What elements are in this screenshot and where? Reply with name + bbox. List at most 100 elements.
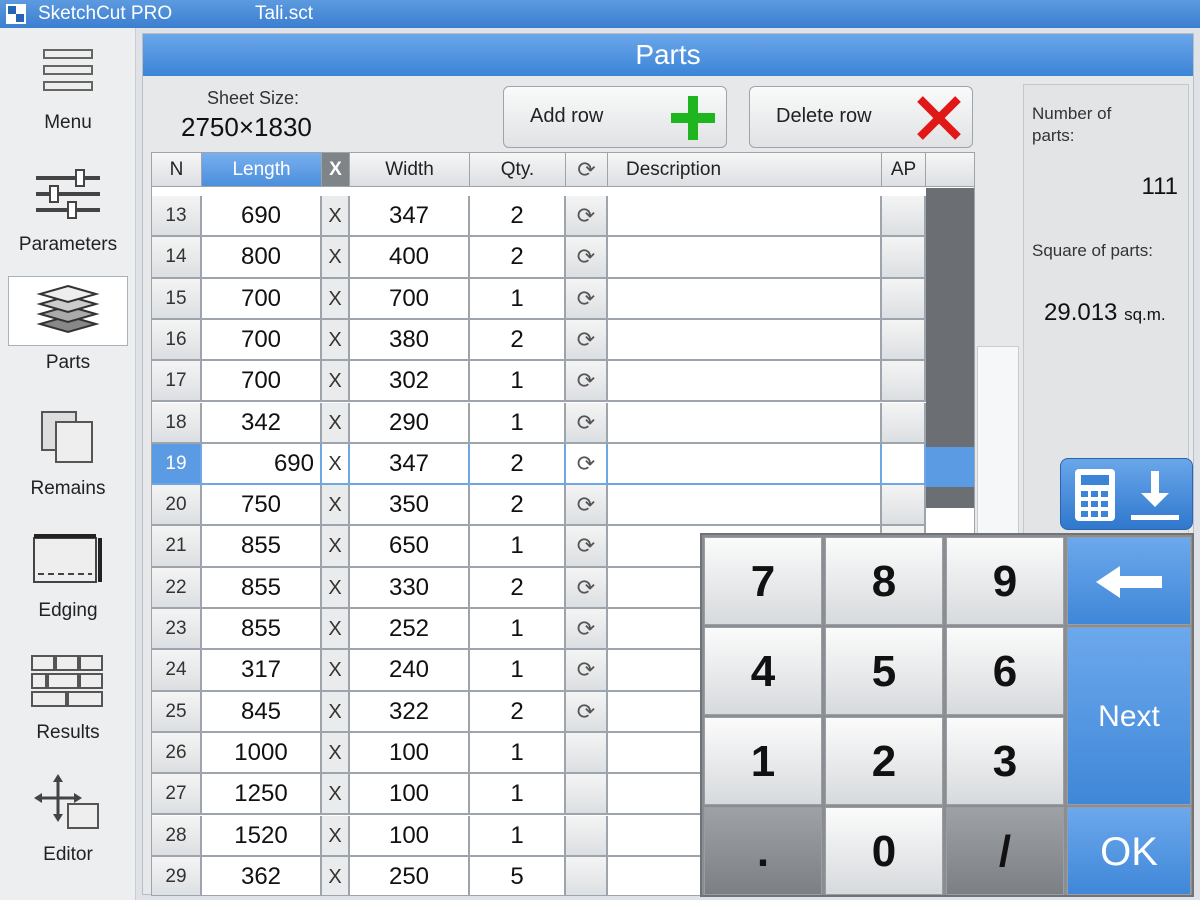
cell-qty[interactable]: 2 [470,196,566,238]
cell-description[interactable] [608,196,882,238]
cell-rotate[interactable]: ⟳ [566,691,608,733]
cell-length[interactable]: 700 [202,361,322,403]
col-header-rotate[interactable]: ⟳ [566,153,608,187]
cell-description[interactable] [608,319,882,362]
table-row[interactable]: 18 342 X 290 1 ⟳ [152,402,974,444]
cell-width[interactable]: 700 [350,278,470,320]
cell-qty[interactable]: 1 [470,609,566,651]
cell-length[interactable]: 690 [202,196,322,238]
key-3[interactable]: 3 [946,717,1064,805]
cell-width[interactable]: 330 [350,567,470,609]
cell-ap[interactable] [882,443,926,486]
cell-rotate[interactable]: ⟳ [566,526,608,568]
cell-qty[interactable]: 1 [470,402,566,444]
cell-ap[interactable] [882,402,926,444]
sidebar-item-edging[interactable]: Edging [0,520,136,640]
cell-length[interactable]: 362 [202,856,322,895]
cell-width[interactable]: 100 [350,815,470,857]
cell-width[interactable]: 100 [350,774,470,816]
cell-length[interactable]: 1250 [202,774,322,816]
cell-rotate[interactable]: ⟳ [566,609,608,651]
cell-rotate[interactable]: ⟳ [566,443,608,486]
sidebar-item-parameters[interactable]: Parameters [0,154,136,274]
cell-width[interactable]: 400 [350,237,470,279]
key-0[interactable]: 0 [825,807,943,895]
sidebar-item-remains[interactable]: Remains [0,398,136,518]
key-slash[interactable]: / [946,807,1064,895]
cell-qty[interactable]: 2 [470,319,566,362]
backspace-button[interactable] [1067,537,1191,625]
cell-rotate[interactable]: ⟳ [566,650,608,692]
cell-length[interactable]: 700 [202,319,322,362]
cell-width[interactable]: 250 [350,856,470,895]
cell-ap[interactable] [882,237,926,279]
cell-description[interactable] [608,361,882,403]
cell-qty[interactable]: 2 [470,443,566,486]
add-row-button[interactable]: Add row [503,86,727,148]
key-9[interactable]: 9 [946,537,1064,625]
col-header-ap[interactable]: AP [882,153,926,187]
cell-ap[interactable] [882,196,926,238]
col-header-qty[interactable]: Qty. [470,153,566,187]
cell-rotate[interactable]: ⟳ [566,567,608,609]
cell-length[interactable]: 800 [202,237,322,279]
cell-qty[interactable]: 1 [470,526,566,568]
key-1[interactable]: 1 [704,717,822,805]
key-8[interactable]: 8 [825,537,943,625]
table-row[interactable]: 19 690 X 347 2 ⟳ [152,443,974,486]
cell-qty[interactable]: 1 [470,774,566,816]
cell-ap[interactable] [882,485,926,527]
cell-ap[interactable] [882,361,926,403]
ok-button[interactable]: OK [1067,807,1191,895]
sidebar-item-results[interactable]: Results [0,642,136,762]
cell-length[interactable]: 855 [202,567,322,609]
cell-qty[interactable]: 5 [470,856,566,895]
cell-length[interactable]: 317 [202,650,322,692]
cell-rotate[interactable]: ⟳ [566,319,608,362]
table-row[interactable]: 14 800 X 400 2 ⟳ [152,237,974,279]
col-header-description[interactable]: Description [608,153,882,187]
cell-width[interactable]: 302 [350,361,470,403]
cell-qty[interactable]: 1 [470,650,566,692]
cell-width[interactable]: 347 [350,443,470,486]
cell-width[interactable]: 347 [350,196,470,238]
sheet-size-value[interactable]: 2750×1830 [181,112,312,143]
cell-rotate[interactable] [566,774,608,816]
sidebar-item-parts[interactable]: Parts [0,272,136,392]
cell-width[interactable]: 100 [350,732,470,775]
cell-length[interactable]: 342 [202,402,322,444]
delete-row-button[interactable]: Delete row [749,86,973,148]
table-row[interactable]: 16 700 X 380 2 ⟳ [152,319,974,362]
table-row[interactable]: 15 700 X 700 1 ⟳ [152,278,974,320]
sidebar-item-editor[interactable]: Editor [0,764,136,884]
table-row[interactable]: 20 750 X 350 2 ⟳ [152,485,974,527]
next-button[interactable]: Next [1067,627,1191,805]
cell-width[interactable]: 380 [350,319,470,362]
cell-qty[interactable]: 1 [470,361,566,403]
cell-length[interactable]: 855 [202,609,322,651]
key-dot[interactable]: . [704,807,822,895]
cell-rotate[interactable]: ⟳ [566,485,608,527]
cell-rotate[interactable]: ⟳ [566,402,608,444]
cell-description[interactable] [608,443,882,486]
sidebar-item-menu[interactable]: Menu [0,32,136,152]
cell-qty[interactable]: 2 [470,567,566,609]
cell-qty[interactable]: 2 [470,485,566,527]
cell-qty[interactable]: 2 [470,691,566,733]
cell-length[interactable]: 700 [202,278,322,320]
cell-description[interactable] [608,485,882,527]
cell-description[interactable] [608,402,882,444]
cell-width[interactable]: 350 [350,485,470,527]
cell-ap[interactable] [882,319,926,362]
cell-rotate[interactable] [566,732,608,775]
cell-width[interactable]: 252 [350,609,470,651]
key-5[interactable]: 5 [825,627,943,715]
cell-qty[interactable]: 2 [470,237,566,279]
cell-length[interactable]: 1520 [202,815,322,857]
cell-rotate[interactable]: ⟳ [566,278,608,320]
cell-description[interactable] [608,278,882,320]
cell-qty[interactable]: 1 [470,732,566,775]
cell-width[interactable]: 322 [350,691,470,733]
cell-length[interactable]: 690 [202,443,322,486]
table-row[interactable]: 17 700 X 302 1 ⟳ [152,361,974,403]
